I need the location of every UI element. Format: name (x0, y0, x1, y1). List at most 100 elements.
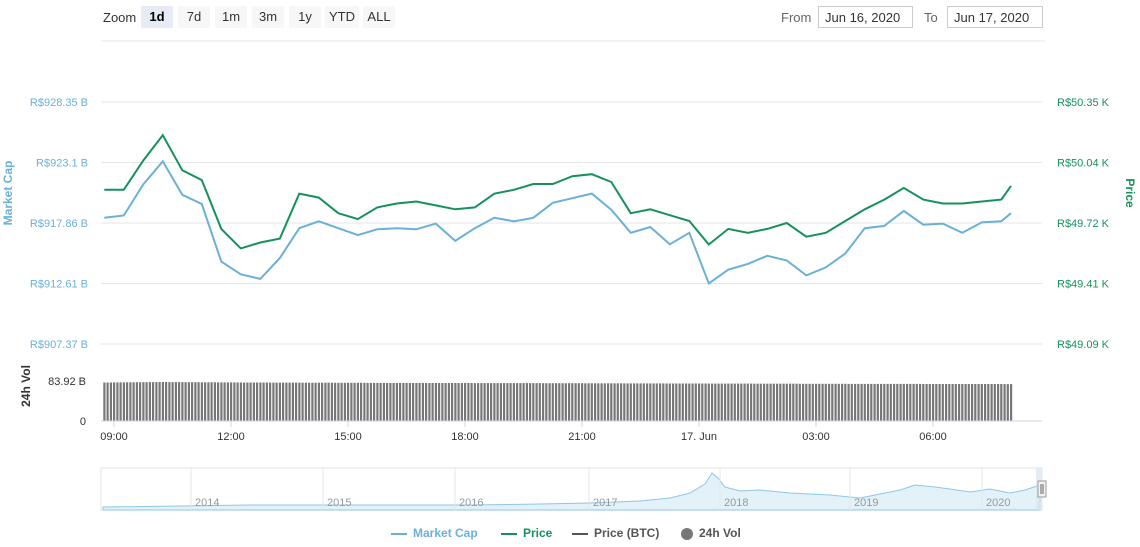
volume-bar (542, 383, 545, 421)
volume-axis: 83.92 B 0 (48, 376, 86, 428)
volume-bar (607, 383, 610, 421)
volume-bar (148, 382, 151, 421)
market-cap-axis-title: Market Cap (1, 161, 15, 226)
price-axis: R$50.35 K R$50.04 K R$49.72 K R$49.41 K R$49… (1057, 97, 1110, 351)
volume-bar (291, 382, 294, 421)
volume-bar (932, 384, 935, 421)
volume-bar (213, 382, 216, 421)
navigator-year-label: 2020 (986, 497, 1010, 509)
volume-bar (301, 382, 304, 421)
volume-bar (496, 383, 499, 421)
volume-bar (236, 382, 239, 421)
market-chart[interactable]: R$928.35 B R$923.1 B R$917.86 B R$912.61 B R… (0, 0, 1140, 522)
volume-bar (883, 383, 886, 421)
volume-bar (824, 383, 827, 421)
volume-bar (811, 383, 814, 421)
navigator-handle[interactable] (1037, 480, 1047, 498)
legend-item-price-btc[interactable]: Price (BTC) (572, 526, 659, 540)
volume-bar (425, 383, 428, 421)
volume-bar (347, 382, 350, 421)
volume-bar (285, 382, 288, 421)
volume-bar (902, 383, 905, 421)
volume-bar (405, 382, 408, 421)
volume-bar (886, 383, 889, 421)
volume-bar (275, 382, 278, 421)
volume-bar (168, 382, 171, 421)
volume-bar (161, 382, 164, 421)
market-cap-tick-label: R$907.37 B (30, 339, 88, 351)
volume-bar (181, 382, 184, 421)
volume-bar (460, 383, 463, 421)
volume-bar (480, 383, 483, 421)
legend-item-market-cap[interactable]: Market Cap (391, 526, 478, 540)
volume-bar (893, 383, 896, 421)
volume-bar (821, 383, 824, 421)
volume-bar (239, 382, 242, 421)
volume-bar (464, 383, 467, 421)
volume-bar (974, 384, 977, 421)
volume-bar (399, 382, 402, 421)
volume-bar (717, 383, 720, 421)
market-cap-swatch-icon (391, 532, 407, 535)
navigator-year-label: 2016 (459, 497, 483, 509)
volume-bar (376, 382, 379, 421)
volume-bar (308, 382, 311, 421)
volume-bar (889, 383, 892, 421)
volume-bar (551, 383, 554, 421)
navigator-year-label: 2019 (854, 497, 878, 509)
volume-bar (119, 382, 122, 421)
price-series-line[interactable] (104, 133, 1012, 250)
volume-bar (698, 383, 701, 421)
time-tick-label: 18:00 (451, 431, 479, 443)
volume-bar (779, 383, 782, 421)
volume-bar (246, 382, 249, 421)
volume-bar (493, 383, 496, 421)
volume-bar (590, 383, 593, 421)
volume-bar (165, 382, 168, 421)
volume-bar (623, 383, 626, 421)
volume-bar (581, 383, 584, 421)
volume-bar (311, 382, 314, 421)
volume-bar (561, 383, 564, 421)
volume-bar (828, 383, 831, 421)
price-btc-swatch-icon (572, 532, 588, 535)
volume-bar (395, 382, 398, 421)
navigator-year-label: 2014 (195, 497, 219, 509)
volume-bar (746, 383, 749, 421)
volume-bar (620, 383, 623, 421)
volume-bar (389, 382, 392, 421)
volume-bar (122, 382, 125, 421)
volume-bar (815, 383, 818, 421)
volume-bar (116, 382, 119, 421)
volume-bar (152, 382, 155, 421)
volume-bar (740, 383, 743, 421)
volume-bar (194, 382, 197, 421)
market-cap-series-line[interactable] (104, 159, 1012, 286)
volume-bar (516, 383, 519, 421)
volume-bar (210, 382, 213, 421)
volume-bar (1010, 384, 1013, 421)
volume-bar (984, 384, 987, 421)
volume-bar (694, 383, 697, 421)
volume-bar (928, 384, 931, 421)
volume-bar (490, 383, 493, 421)
legend-item-volume[interactable]: 24h Vol (681, 526, 741, 540)
volume-bar (200, 382, 203, 421)
volume-bar (639, 383, 642, 421)
legend-item-price[interactable]: Price (501, 526, 552, 540)
volume-bar (314, 382, 317, 421)
volume-bar (243, 382, 246, 421)
volume-bar (701, 383, 704, 421)
volume-bar (142, 382, 145, 421)
volume-bar (873, 383, 876, 421)
volume-bar (756, 383, 759, 421)
volume-bar (178, 382, 181, 421)
time-tick-label: 15:00 (334, 431, 362, 443)
volume-axis-title: 24h Vol (19, 365, 33, 407)
volume-bar (129, 382, 132, 421)
volume-bar (145, 382, 148, 421)
volume-bar (688, 383, 691, 421)
time-tick-label: 09:00 (100, 431, 128, 443)
volume-bar (327, 382, 330, 421)
navigator[interactable]: 2014 2015 2016 2017 2018 2019 2020 (100, 467, 1047, 511)
